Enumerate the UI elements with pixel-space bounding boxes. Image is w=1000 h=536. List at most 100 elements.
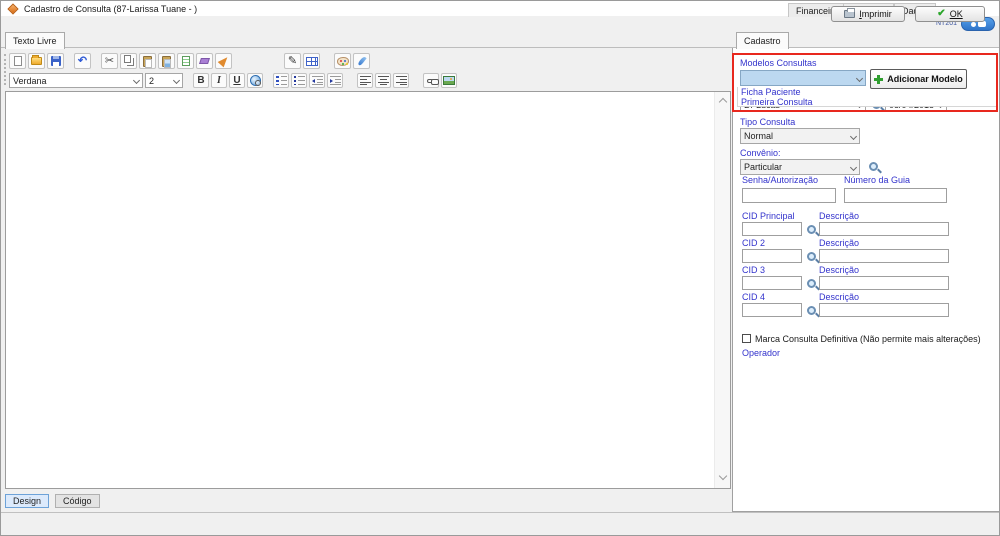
modelos-dropdown-list: Ficha Paciente Primeira Consulta [737, 87, 997, 107]
cid-4-label: CID 4 [742, 292, 765, 302]
tab-design[interactable]: Design [5, 494, 49, 508]
new-document-icon [14, 56, 22, 66]
select-content-icon [182, 56, 190, 66]
cut-icon: ✂ [105, 56, 114, 67]
paste-icon [143, 56, 152, 67]
operador-label: Operador [742, 348, 780, 358]
indent-button[interactable] [327, 73, 343, 88]
spellcheck-button[interactable] [353, 53, 370, 69]
toolbar-grip[interactable] [4, 54, 6, 85]
italic-button[interactable]: I [211, 73, 227, 88]
image-icon [443, 76, 455, 85]
adicionar-modelo-button[interactable]: Adicionar Modelo [870, 69, 967, 89]
senha-autorizacao-label: Senha/Autorização [742, 175, 818, 185]
cid-2-label: CID 2 [742, 238, 765, 248]
cid-3-input[interactable] [742, 276, 802, 290]
save-button[interactable] [47, 53, 64, 69]
app-icon [7, 3, 18, 14]
link-icon [427, 79, 433, 83]
check-icon: ✔ [937, 9, 945, 19]
tipo-consulta-select[interactable]: Normal [740, 128, 860, 144]
align-right-icon [396, 76, 407, 85]
cid-principal-label: CID Principal [742, 211, 795, 221]
numero-guia-input[interactable] [844, 188, 947, 203]
modelos-consultas-select[interactable] [740, 70, 866, 86]
convenio-select[interactable]: Particular [740, 159, 860, 175]
select-content-button[interactable] [177, 53, 194, 69]
paste-image-button[interactable] [158, 53, 175, 69]
convenio-label: Convênio: [740, 148, 781, 158]
user-icon [971, 22, 976, 27]
signature-button[interactable]: ✎ [284, 53, 301, 69]
bold-icon: B [197, 75, 204, 86]
font-size-select[interactable]: 2 [145, 73, 183, 88]
descricao-label: Descrição [819, 238, 859, 248]
descricao-label: Descrição [819, 211, 859, 221]
cid-3-descricao-input[interactable] [819, 276, 949, 290]
descricao-label: Descrição [819, 292, 859, 302]
font-family-select[interactable]: Verdana [9, 73, 143, 88]
hyperlink-button[interactable] [247, 73, 263, 88]
align-left-button[interactable] [357, 73, 373, 88]
open-folder-icon [31, 57, 42, 65]
insert-table-button[interactable] [303, 53, 320, 69]
chevron-down-icon [850, 132, 857, 139]
consulta-definitiva-checkbox[interactable] [742, 334, 751, 343]
eraser-button[interactable] [196, 53, 213, 69]
free-text-editor[interactable] [5, 91, 731, 489]
colors-button[interactable] [334, 53, 351, 69]
outdent-icon [312, 76, 323, 85]
senha-autorizacao-input[interactable] [742, 188, 836, 203]
paste-button[interactable] [139, 53, 156, 69]
dropdown-option-primeira-consulta[interactable]: Primeira Consulta [738, 97, 996, 107]
imprimir-button[interactable]: Imprimir [831, 6, 905, 22]
align-right-button[interactable] [393, 73, 409, 88]
underline-button[interactable]: U [229, 73, 245, 88]
undo-button[interactable]: ↶ [74, 53, 91, 69]
insert-image-button[interactable] [441, 73, 457, 88]
scroll-down-icon[interactable] [719, 472, 727, 480]
open-button[interactable] [28, 53, 45, 69]
italic-icon: I [217, 75, 221, 86]
cid-2-descricao-input[interactable] [819, 249, 949, 263]
convenio-search-icon[interactable] [869, 162, 878, 171]
application-window: Cadastro de Consulta (87-Larissa Tuane -… [0, 0, 1000, 536]
window-title: Cadastro de Consulta (87-Larissa Tuane -… [24, 4, 197, 14]
cid-principal-search-icon[interactable] [807, 225, 816, 234]
cid-principal-input[interactable] [742, 222, 802, 236]
unordered-list-button[interactable] [291, 73, 307, 88]
highlighter-button[interactable] [215, 53, 232, 69]
cid-2-input[interactable] [742, 249, 802, 263]
unordered-list-icon [294, 76, 305, 85]
tab-cadastro[interactable]: Cadastro [736, 32, 789, 49]
bold-button[interactable]: B [193, 73, 209, 88]
ordered-list-button[interactable] [273, 73, 289, 88]
cid-4-search-icon[interactable] [807, 306, 816, 315]
insert-link-button[interactable] [423, 73, 439, 88]
cid-4-descricao-input[interactable] [819, 303, 949, 317]
tab-codigo[interactable]: Código [55, 494, 100, 508]
scroll-up-icon[interactable] [719, 98, 727, 106]
ok-label: OK [950, 9, 963, 19]
ok-button[interactable]: ✔ OK [915, 6, 985, 22]
cid-principal-descricao-input[interactable] [819, 222, 949, 236]
indent-icon [330, 76, 341, 85]
outdent-button[interactable] [309, 73, 325, 88]
cid-4-input[interactable] [742, 303, 802, 317]
copy-button[interactable] [120, 53, 137, 69]
align-center-icon [378, 76, 389, 85]
printer-icon [844, 10, 855, 18]
table-icon [306, 57, 318, 66]
cid-2-search-icon[interactable] [807, 252, 816, 261]
align-center-button[interactable] [375, 73, 391, 88]
imprimir-label: Imprimir [859, 9, 892, 19]
cid-3-search-icon[interactable] [807, 279, 816, 288]
chevron-down-icon [856, 74, 863, 81]
tab-strip [1, 32, 1000, 48]
highlighter-icon [217, 55, 230, 68]
editor-vertical-scrollbar[interactable] [714, 92, 730, 488]
new-document-button[interactable] [9, 53, 26, 69]
tab-texto-livre[interactable]: Texto Livre [5, 32, 65, 49]
undo-icon: ↶ [78, 56, 87, 67]
cut-button[interactable]: ✂ [101, 53, 118, 69]
